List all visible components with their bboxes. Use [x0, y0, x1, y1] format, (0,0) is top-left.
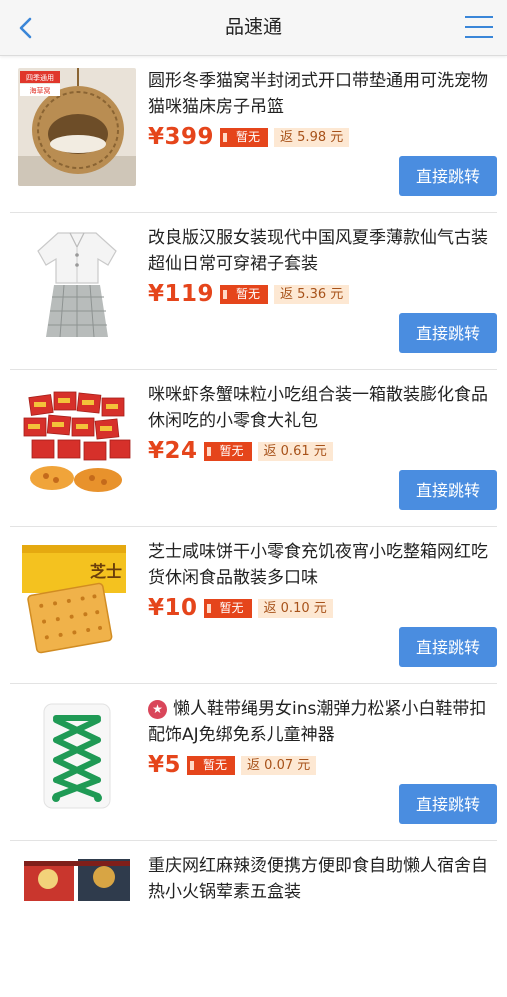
menu-button[interactable] [465, 14, 495, 40]
product-title[interactable]: 咪咪虾条蟹味粒小吃组合装一箱散装膨化食品休闲吃的小零食大礼包 [148, 382, 503, 434]
svg-text:四季通用: 四季通用 [26, 73, 54, 82]
svg-text:芝士: 芝士 [90, 562, 122, 581]
rebate-badge: 返 0.10 元 [257, 598, 333, 618]
product-item[interactable]: ★ 懒人鞋带绳男女ins潮弹力松紧小白鞋带扣配饰AJ免绑免系儿童神器 ¥5 暂无 … [10, 684, 497, 841]
product-list: 四季通用 海草窝 圆形冬季猫窝半封闭式开口带垫通用可洗宠物猫咪猫床房子吊篮 ¥3… [0, 56, 507, 997]
star-icon: ★ [148, 700, 167, 719]
menu-icon [465, 16, 493, 18]
product-image-shoelaces[interactable] [18, 696, 136, 814]
product-title[interactable]: ★ 懒人鞋带绳男女ins潮弹力松紧小白鞋带扣配饰AJ免绑免系儿童神器 [148, 696, 503, 748]
rebate-badge: 返 5.36 元 [274, 284, 350, 304]
jump-button[interactable]: 直接跳转 [399, 313, 497, 353]
ticket-icon [220, 127, 233, 147]
coupon-tag: 暂无 [203, 598, 252, 618]
top-bar: 品速通 [0, 0, 507, 56]
product-title[interactable]: 改良版汉服女装现代中国风夏季薄款仙气古装超仙日常可穿裙子套装 [148, 225, 503, 277]
rebate-badge: 返 0.61 元 [257, 441, 333, 461]
rebate-badge: 返 5.98 元 [274, 127, 350, 147]
product-item[interactable]: 改良版汉服女装现代中国风夏季薄款仙气古装超仙日常可穿裙子套装 ¥119 暂无 返… [10, 213, 497, 370]
jump-button[interactable]: 直接跳转 [399, 784, 497, 824]
product-item[interactable]: 咪咪虾条蟹味粒小吃组合装一箱散装膨化食品休闲吃的小零食大礼包 ¥24 暂无 返 … [10, 370, 497, 527]
ticket-icon [203, 598, 216, 618]
rebate-badge: 返 0.07 元 [241, 755, 317, 775]
product-price: ¥119 [148, 281, 215, 307]
price-row: ¥10 暂无 返 0.10 元 [148, 593, 333, 623]
product-item[interactable]: 四季通用 海草窝 圆形冬季猫窝半封闭式开口带垫通用可洗宠物猫咪猫床房子吊篮 ¥3… [10, 56, 497, 213]
price-row: ¥119 暂无 返 5.36 元 [148, 279, 350, 309]
coupon-tag: 暂无 [220, 127, 269, 147]
product-image-hanfu[interactable] [18, 225, 136, 343]
jump-button[interactable]: 直接跳转 [399, 627, 497, 667]
price-row: ¥5 暂无 返 0.07 元 [148, 750, 317, 780]
jump-button[interactable]: 直接跳转 [399, 470, 497, 510]
product-price: ¥10 [148, 595, 198, 621]
coupon-tag: 暂无 [203, 441, 252, 461]
product-image-snacks[interactable] [18, 382, 136, 500]
product-price: ¥399 [148, 124, 215, 150]
ticket-icon [220, 284, 233, 304]
product-item[interactable]: 芝士 芝士咸味饼干小零食充饥夜宵小吃整箱网红吃货休闲食品散装多口味 ¥10 暂无… [10, 527, 497, 684]
product-title[interactable]: 重庆网红麻辣烫便携方便即食自助懒人宿舍自热小火锅荤素五盒装 [148, 853, 503, 905]
price-row: ¥24 暂无 返 0.61 元 [148, 436, 333, 466]
product-price: ¥24 [148, 438, 198, 464]
product-title[interactable]: 芝士咸味饼干小零食充饥夜宵小吃整箱网红吃货休闲食品散装多口味 [148, 539, 503, 591]
coupon-tag: 暂无 [220, 284, 269, 304]
svg-text:海草窝: 海草窝 [30, 86, 51, 95]
page-title: 品速通 [224, 16, 282, 38]
product-title[interactable]: 圆形冬季猫窝半封闭式开口带垫通用可洗宠物猫咪猫床房子吊篮 [148, 68, 503, 120]
product-image-hotpot[interactable] [18, 853, 136, 971]
product-image-cat-bed[interactable]: 四季通用 海草窝 [18, 68, 136, 186]
ticket-icon [203, 441, 216, 461]
price-row: ¥399 暂无 返 5.98 元 [148, 122, 350, 152]
product-image-crackers[interactable]: 芝士 [18, 539, 136, 657]
jump-button[interactable]: 直接跳转 [399, 156, 497, 196]
coupon-tag: 暂无 [187, 755, 236, 775]
product-price: ¥5 [148, 752, 182, 778]
product-item[interactable]: 重庆网红麻辣烫便携方便即食自助懒人宿舍自热小火锅荤素五盒装 [10, 841, 497, 997]
ticket-icon [187, 755, 200, 775]
